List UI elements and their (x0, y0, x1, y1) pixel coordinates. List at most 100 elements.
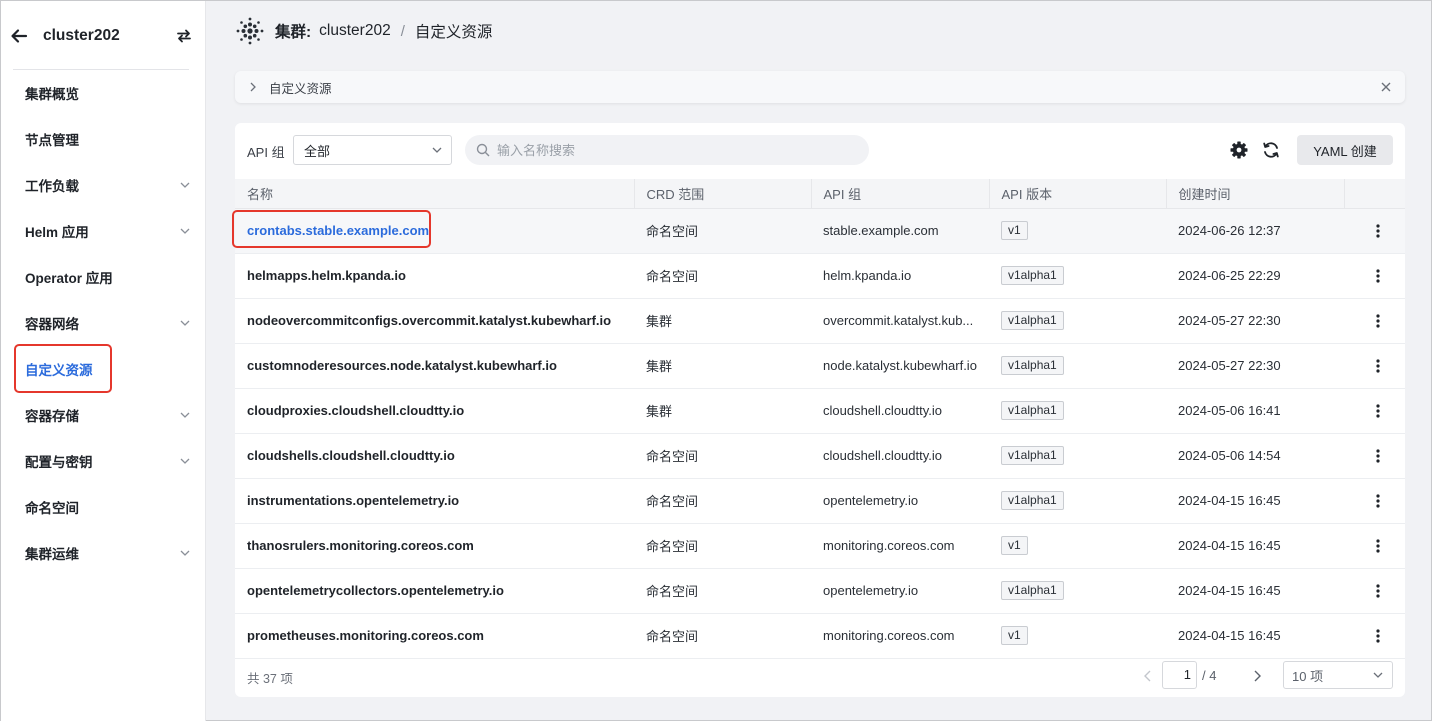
crd-name-link[interactable]: opentelemetrycollectors.opentelemetry.io (235, 568, 634, 614)
breadcrumb: 集群: cluster202 / 自定义资源 (207, 1, 1431, 61)
sidebar-item-label: 命名空间 (25, 501, 79, 516)
api-version-tag: v1alpha1 (1001, 401, 1064, 420)
column-header: 名称 (235, 179, 635, 209)
sidebar-item[interactable]: 节点管理 (1, 116, 205, 162)
api-version-tag: v1alpha1 (1001, 356, 1064, 375)
page-size-value: 10 项 (1292, 668, 1324, 684)
sidebar-item[interactable]: 命名空间 (1, 484, 205, 530)
more-actions-icon[interactable] (1370, 448, 1386, 464)
row-actions-cell (1344, 343, 1405, 389)
sidebar-item[interactable]: 容器网络 (1, 300, 205, 346)
created-time: 2024-05-06 14:54 (1166, 433, 1344, 479)
api-version-tag: v1alpha1 (1001, 581, 1064, 600)
more-actions-icon[interactable] (1370, 268, 1386, 284)
table-header-row: 名称 CRD 范围 API 组 API 版本 创建时间 (235, 179, 1405, 209)
sidebar-item-label: 集群概览 (25, 87, 79, 102)
crd-scope: 集群 (634, 298, 811, 344)
sidebar-item-label: Helm 应用 (25, 225, 89, 240)
api-version-cell: v1 (989, 208, 1166, 254)
created-time: 2024-04-15 16:45 (1166, 523, 1344, 569)
breadcrumb-cluster[interactable]: cluster202 (319, 22, 391, 40)
sidebar-item[interactable]: 自定义资源 (1, 346, 205, 392)
sidebar-item[interactable]: Operator 应用 (1, 254, 205, 300)
chevron-right-icon[interactable] (247, 81, 259, 93)
sidebar-header: cluster202 (1, 1, 205, 70)
table-row: cloudshells.cloudshell.cloudtty.io 命名空间 cl… (235, 433, 1405, 479)
sidebar-item[interactable]: 工作负载 (1, 162, 205, 208)
toolbar: API 组 全部 输入名称搜索 YAML 创建 (235, 123, 1405, 179)
sidebar-item-label: 配置与密钥 (25, 455, 93, 470)
page-size-select[interactable]: 10 项 (1283, 661, 1393, 689)
more-actions-icon[interactable] (1370, 493, 1386, 509)
chevron-down-icon[interactable] (179, 547, 191, 559)
table-row: opentelemetrycollectors.opentelemetry.io… (235, 568, 1405, 614)
crd-name-link[interactable]: customnoderesources.node.katalyst.kubewh… (235, 343, 634, 389)
chevron-down-icon (432, 147, 442, 153)
more-actions-icon[interactable] (1370, 358, 1386, 374)
chevron-left-icon[interactable] (1141, 669, 1155, 683)
chevron-down-icon (1373, 672, 1383, 678)
refresh-icon[interactable] (1261, 140, 1281, 160)
column-header: API 版本 (989, 179, 1167, 209)
row-actions-cell (1344, 388, 1405, 434)
crd-table: 名称 CRD 范围 API 组 API 版本 创建时间 crontabs.stable.… (235, 179, 1405, 659)
api-group-select[interactable]: 全部 (293, 135, 452, 165)
chevron-down-icon[interactable] (179, 455, 191, 467)
yaml-create-button[interactable]: YAML 创建 (1297, 135, 1393, 165)
more-actions-icon[interactable] (1370, 223, 1386, 239)
column-header: 创建时间 (1166, 179, 1345, 209)
crd-name-link[interactable]: cloudproxies.cloudshell.cloudtty.io (235, 388, 634, 434)
sidebar-item[interactable]: 集群概览 (1, 70, 205, 116)
more-actions-icon[interactable] (1370, 403, 1386, 419)
crd-name-link[interactable]: cloudshells.cloudshell.cloudtty.io (235, 433, 634, 479)
back-arrow-icon[interactable] (9, 26, 29, 46)
sidebar-item[interactable]: 集群运维 (1, 530, 205, 576)
created-time: 2024-05-27 22:30 (1166, 343, 1344, 389)
crd-scope: 集群 (634, 343, 811, 389)
crd-name-link[interactable]: thanosrulers.monitoring.coreos.com (235, 523, 634, 569)
sidebar-item-label: 集群运维 (25, 547, 79, 562)
crd-name-link[interactable]: crontabs.stable.example.com (235, 208, 634, 254)
api-group: opentelemetry.io (811, 568, 989, 614)
more-actions-icon[interactable] (1370, 583, 1386, 599)
chevron-down-icon[interactable] (179, 225, 191, 237)
chevron-down-icon[interactable] (179, 317, 191, 329)
crd-name-link[interactable]: nodeovercommitconfigs.overcommit.katalys… (235, 298, 634, 344)
search-input[interactable] (497, 142, 837, 158)
switch-cluster-icon[interactable] (175, 27, 193, 45)
api-version-cell: v1alpha1 (989, 478, 1166, 524)
row-actions-cell (1344, 613, 1405, 659)
sidebar-item-label: Operator 应用 (25, 271, 113, 286)
column-header: API 组 (811, 179, 990, 209)
sidebar-item[interactable]: 配置与密钥 (1, 438, 205, 484)
sidebar-item-label: 容器存储 (25, 409, 79, 424)
sidebar-item-label: 自定义资源 (25, 363, 93, 378)
chevron-down-icon[interactable] (179, 179, 191, 191)
close-icon[interactable] (1379, 80, 1393, 94)
table-row: instrumentations.opentelemetry.io 命名空间 ope… (235, 478, 1405, 524)
sidebar-item[interactable]: 容器存储 (1, 392, 205, 438)
created-time: 2024-04-15 16:45 (1166, 613, 1344, 659)
row-actions-cell (1344, 523, 1405, 569)
row-actions-cell (1344, 253, 1405, 299)
pagination: 共 37 项 1 / 4 10 项 (235, 654, 1405, 697)
more-actions-icon[interactable] (1370, 628, 1386, 644)
created-time: 2024-06-26 12:37 (1166, 208, 1344, 254)
api-group: opentelemetry.io (811, 478, 989, 524)
chevron-down-icon[interactable] (179, 409, 191, 421)
api-version-cell: v1alpha1 (989, 253, 1166, 299)
page-number-input[interactable]: 1 (1162, 661, 1197, 689)
crd-name-link[interactable]: helmapps.helm.kpanda.io (235, 253, 634, 299)
api-group: helm.kpanda.io (811, 253, 989, 299)
chevron-right-icon[interactable] (1250, 669, 1264, 683)
crd-name-link[interactable]: instrumentations.opentelemetry.io (235, 478, 634, 524)
info-banner[interactable]: 自定义资源 (235, 71, 1405, 103)
crd-name-link[interactable]: prometheuses.monitoring.coreos.com (235, 613, 634, 659)
sidebar-item[interactable]: Helm 应用 (1, 208, 205, 254)
api-version-cell: v1alpha1 (989, 343, 1166, 389)
sidebar-item-label: 节点管理 (25, 133, 79, 148)
api-group-value: 全部 (304, 143, 331, 159)
more-actions-icon[interactable] (1370, 538, 1386, 554)
more-actions-icon[interactable] (1370, 313, 1386, 329)
gear-icon[interactable] (1229, 140, 1249, 160)
